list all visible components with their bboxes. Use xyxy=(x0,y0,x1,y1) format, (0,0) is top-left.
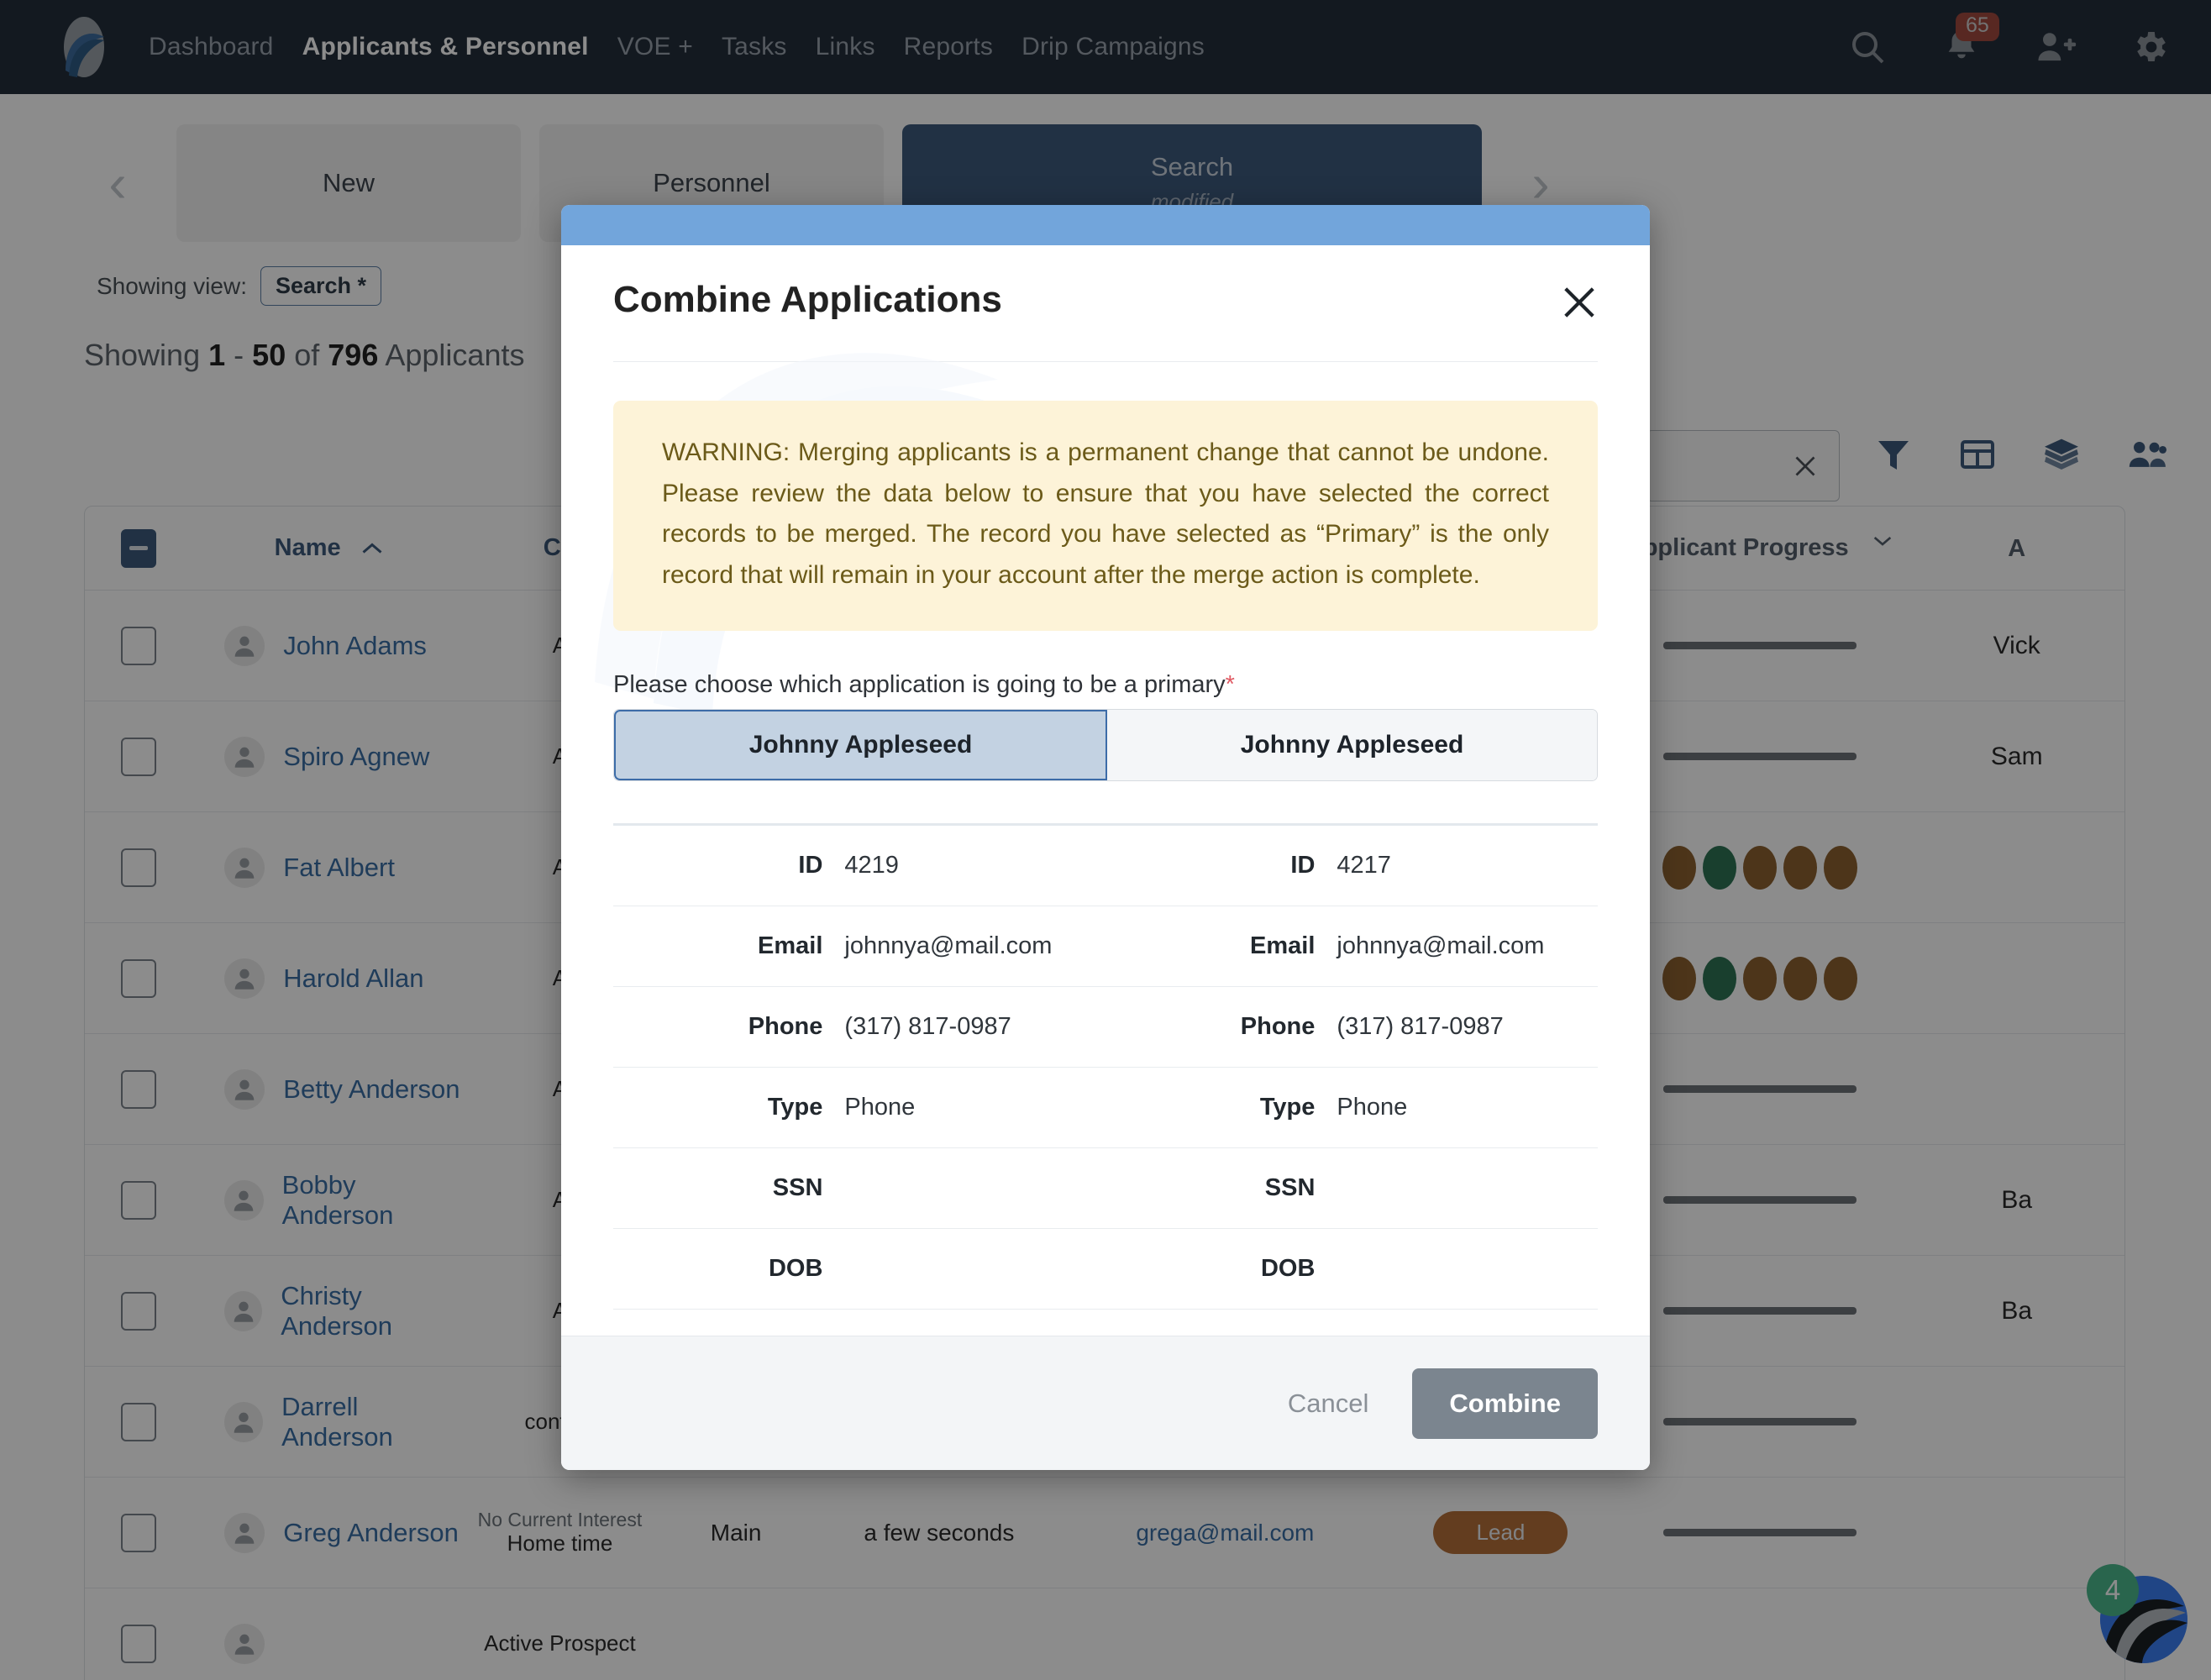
comparison-row: Phone (317) 817-0987 Phone (317) 817-0987 xyxy=(613,987,1598,1068)
field-label-left: Phone xyxy=(748,1013,823,1041)
close-icon[interactable] xyxy=(1557,281,1601,324)
field-value-left: 4219 xyxy=(844,852,899,879)
comparison-row: SSN SSN xyxy=(613,1148,1598,1230)
comparison-row: DOB DOB xyxy=(613,1229,1598,1310)
field-label-right: ID xyxy=(1290,852,1316,879)
field-label-left: Type xyxy=(767,1094,823,1121)
modal-footer: Cancel Combine xyxy=(561,1336,1650,1470)
comparison-row: Received AtJun 1, 2021Received AtJun 1, … xyxy=(613,1310,1598,1336)
field-label-right: SSN xyxy=(1264,1174,1316,1202)
field-label-right: Email xyxy=(1250,932,1316,960)
modal-title: Combine Applications xyxy=(613,279,1002,320)
field-value-left: johnnya@mail.com xyxy=(844,932,1053,960)
field-label-right: Type xyxy=(1259,1094,1316,1121)
field-label-left: DOB xyxy=(768,1255,823,1283)
field-value-right: Phone xyxy=(1337,1094,1408,1121)
comparison-row: Email johnnya@mail.com Email johnnya@mail.c… xyxy=(613,906,1598,988)
field-label-right: DOB xyxy=(1260,1255,1316,1283)
field-value-left: Phone xyxy=(844,1094,916,1121)
field-label-left: Email xyxy=(758,932,823,960)
primary-segmented-control: Johnny Appleseed Johnny Appleseed xyxy=(613,709,1598,782)
comparison-rows: ID 4219 ID 4217 Email johnnya@mail.com Email jo… xyxy=(613,823,1598,1336)
comparison-row: Type Phone Type Phone xyxy=(613,1068,1598,1149)
primary-selection-label: Please choose which application is going… xyxy=(613,671,1598,699)
comparison-row: ID 4219 ID 4217 xyxy=(613,826,1598,907)
field-value-right: (317) 817-0987 xyxy=(1337,1013,1504,1041)
field-value-left: (317) 817-0987 xyxy=(844,1013,1011,1041)
field-label-right: Phone xyxy=(1240,1013,1316,1041)
field-label-left: ID xyxy=(798,852,823,879)
combine-applications-modal: Combine Applications WARNING: Merging ap… xyxy=(561,205,1650,1470)
field-label-left: SSN xyxy=(772,1174,823,1202)
primary-selection-text: Please choose which application is going… xyxy=(613,671,1226,699)
cancel-button[interactable]: Cancel xyxy=(1259,1370,1398,1437)
modal-header: Combine Applications xyxy=(561,245,1650,321)
modal-accent-bar xyxy=(561,205,1650,245)
merge-warning-banner: WARNING: Merging applicants is a permane… xyxy=(613,400,1598,632)
primary-option-left[interactable]: Johnny Appleseed xyxy=(614,710,1107,781)
modal-body: WARNING: Merging applicants is a permane… xyxy=(561,362,1650,1336)
primary-option-right[interactable]: Johnny Appleseed xyxy=(1107,710,1597,781)
combine-button[interactable]: Combine xyxy=(1412,1368,1598,1439)
required-asterisk: * xyxy=(1225,671,1235,699)
field-value-right: 4217 xyxy=(1337,852,1391,879)
field-value-right: johnnya@mail.com xyxy=(1337,932,1545,960)
